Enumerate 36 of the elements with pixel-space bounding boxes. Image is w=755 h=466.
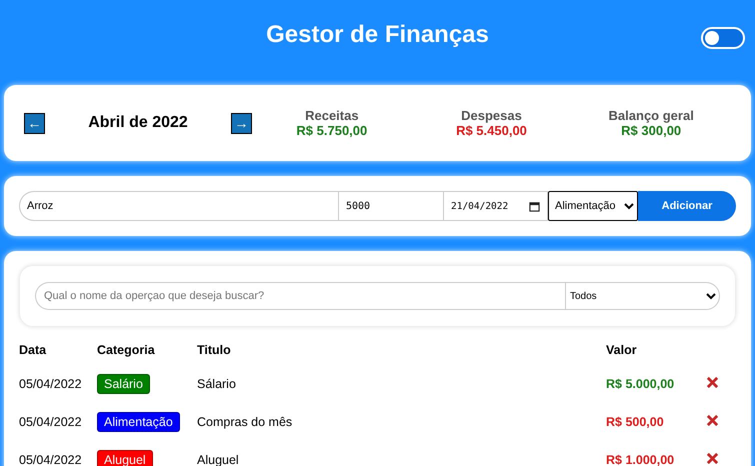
value-cell-text: R$ 1.000,00 [606, 453, 676, 466]
app-title: Gestor de Finanças [266, 21, 489, 49]
delete-icon[interactable] [706, 414, 719, 427]
next-month-button[interactable]: → [231, 112, 252, 134]
column-header: Categoria [97, 343, 156, 357]
month-label: Abril de 2022 [87, 114, 189, 132]
column-header: Data [19, 343, 48, 357]
category-tag: Salário [97, 374, 150, 394]
add-button[interactable]: Adicionar [638, 191, 736, 221]
date-cell-text: 05/04/2022 [19, 415, 83, 429]
value-cell-text: R$ 500,00 [606, 415, 665, 429]
category-select[interactable]: Alimentação [548, 191, 638, 221]
delete-icon[interactable] [706, 376, 719, 389]
total-label: Receitas [304, 108, 360, 123]
title-cell-text: Compras do mês [197, 415, 294, 429]
date-cell-text: 05/04/2022 [19, 377, 83, 391]
total-label: Despesas [460, 108, 523, 123]
column-header: Valor [606, 343, 638, 357]
column-header: Titulo [197, 343, 232, 357]
total-value: R$ 5.450,00 [455, 123, 528, 138]
date-cell-text: 05/04/2022 [19, 453, 83, 466]
total-value: R$ 300,00 [620, 123, 682, 138]
delete-icon[interactable] [706, 452, 719, 465]
amount-input[interactable]: 5000 [338, 191, 443, 221]
date-input[interactable]: 21/04/2022 [443, 191, 548, 221]
search-input[interactable]: Qual o nome da operçao que deseja buscar? [35, 282, 565, 310]
value-cell-text: R$ 5.000,00 [606, 377, 676, 391]
title-cell-text: Sálario [197, 377, 237, 391]
filter-select[interactable]: Todos [565, 282, 720, 310]
previous-month-button[interactable]: ← [24, 112, 45, 134]
total-value: R$ 5.750,00 [295, 123, 368, 138]
total-label: Balanço geral [608, 108, 695, 123]
calendar-icon[interactable] [529, 200, 540, 212]
toggle-switch[interactable] [701, 27, 745, 49]
title-input[interactable]: Arroz [19, 191, 338, 221]
category-tag: Alimentação [97, 412, 180, 432]
